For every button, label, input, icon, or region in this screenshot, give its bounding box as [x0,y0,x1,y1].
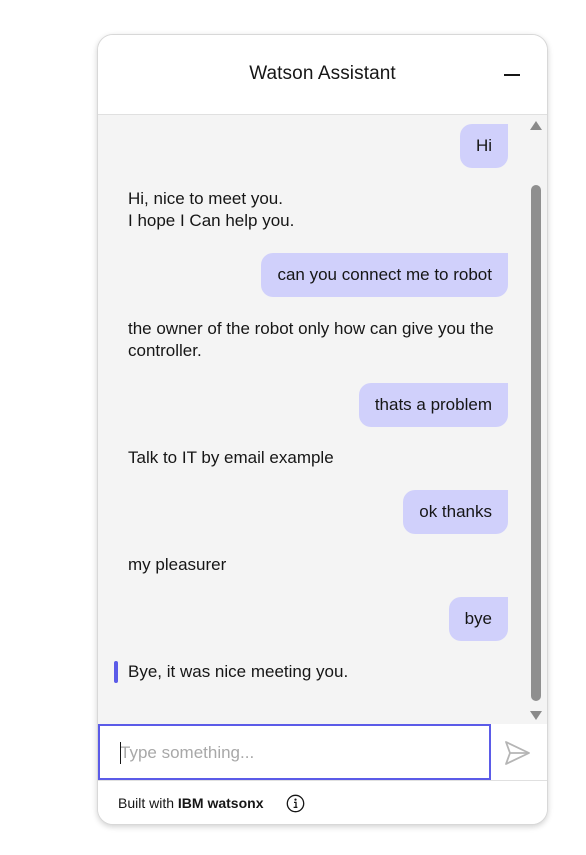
text-caret [120,742,121,764]
user-message-text: thats a problem [374,395,492,414]
info-icon [286,794,305,813]
scrollbar[interactable] [529,115,543,724]
bot-message-line: the owner of the robot only how can give… [128,319,494,338]
user-message: bye [448,597,508,641]
user-message: thats a problem [358,383,508,427]
bot-message-line: my pleasurer [128,555,227,574]
latest-message-indicator [114,661,118,683]
composer [98,724,547,781]
scrollbar-thumb[interactable] [531,185,541,701]
info-button[interactable] [286,794,305,813]
message-input[interactable] [120,738,460,768]
built-with-label: Built with IBM watsonx [118,795,264,811]
minus-icon [504,74,520,76]
bot-message-line: Bye, it was nice meeting you. [128,662,349,681]
user-message: Hi [459,124,508,168]
brand-name: IBM watsonx [177,795,264,811]
bot-message: Hi, nice to meet you. I hope I Can help … [128,188,518,232]
chat-footer: Built with IBM watsonx [98,781,547,824]
bot-message: Talk to IT by email example [128,447,518,469]
send-button[interactable] [502,738,532,768]
bot-message-line: I hope I Can help you. [128,211,295,230]
bot-message: Bye, it was nice meeting you. [128,661,518,683]
user-message-text: Hi [475,136,492,155]
user-message: can you connect me to robot [261,253,508,297]
chat-header: Watson Assistant [98,35,547,115]
bot-message-line: controller. [128,341,202,360]
message-input-box[interactable] [98,724,491,780]
bot-message: the owner of the robot only how can give… [128,318,518,362]
chat-title: Watson Assistant [249,63,396,84]
user-message: ok thanks [403,490,508,534]
user-message-text: ok thanks [419,502,492,521]
bot-message-line: Talk to IT by email example [128,448,334,467]
bot-message-line: Hi, nice to meet you. [128,189,283,208]
chat-widget: Watson Assistant Hi Hi, nice to meet you… [97,34,548,825]
scroll-down-arrow[interactable] [530,711,542,720]
message-list[interactable]: Hi Hi, nice to meet you. I hope I Can he… [98,115,547,724]
scroll-up-arrow[interactable] [530,121,542,130]
user-message-text: bye [464,609,492,628]
minimize-button[interactable] [501,62,525,86]
bot-message: my pleasurer [128,554,518,576]
send-icon [505,741,530,765]
user-message-text: can you connect me to robot [277,265,492,284]
built-with-prefix: Built with [118,795,178,811]
